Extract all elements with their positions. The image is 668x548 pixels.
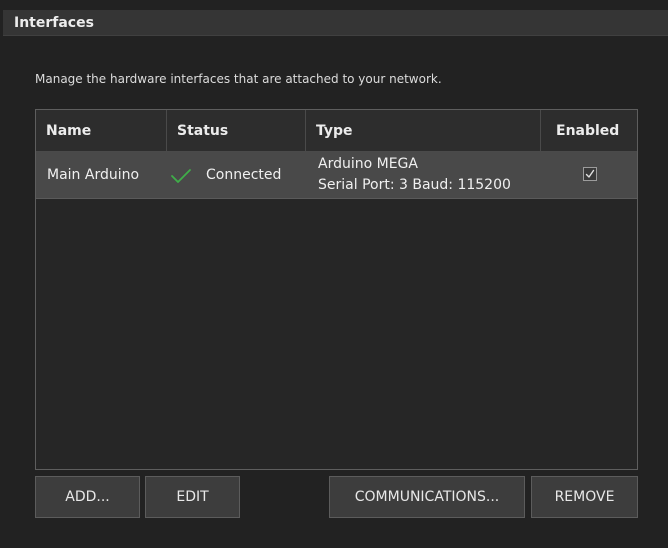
row-name: Main Arduino bbox=[47, 167, 140, 183]
edit-button[interactable]: EDIT bbox=[145, 476, 240, 518]
add-button[interactable]: ADD... bbox=[35, 476, 140, 518]
panel-header: Interfaces bbox=[3, 10, 668, 36]
interfaces-panel: Interfaces Manage the hardware interface… bbox=[0, 0, 668, 548]
row-type-model: Arduino MEGA bbox=[318, 156, 418, 172]
remove-button[interactable]: REMOVE bbox=[531, 476, 638, 518]
communications-button[interactable]: COMMUNICATIONS... bbox=[329, 476, 525, 518]
panel-title: Interfaces bbox=[14, 15, 94, 31]
row-type-connection: Serial Port: 3 Baud: 115200 bbox=[318, 177, 511, 193]
column-header-type[interactable]: Type bbox=[306, 110, 541, 151]
checkmark-icon bbox=[585, 169, 595, 178]
enabled-checkbox[interactable] bbox=[583, 167, 597, 181]
column-header-name[interactable]: Name bbox=[36, 110, 167, 151]
interfaces-table: Name Status Type Enabled Main Arduino Co… bbox=[35, 109, 638, 470]
table-row[interactable]: Main Arduino Connected Arduino MEGA Seri… bbox=[36, 152, 637, 199]
table-header: Name Status Type Enabled bbox=[36, 110, 637, 152]
column-header-status[interactable]: Status bbox=[167, 110, 306, 151]
row-status: Connected bbox=[206, 167, 282, 183]
panel-description: Manage the hardware interfaces that are … bbox=[35, 72, 442, 86]
column-header-enabled[interactable]: Enabled bbox=[541, 110, 637, 151]
check-icon bbox=[171, 169, 191, 183]
